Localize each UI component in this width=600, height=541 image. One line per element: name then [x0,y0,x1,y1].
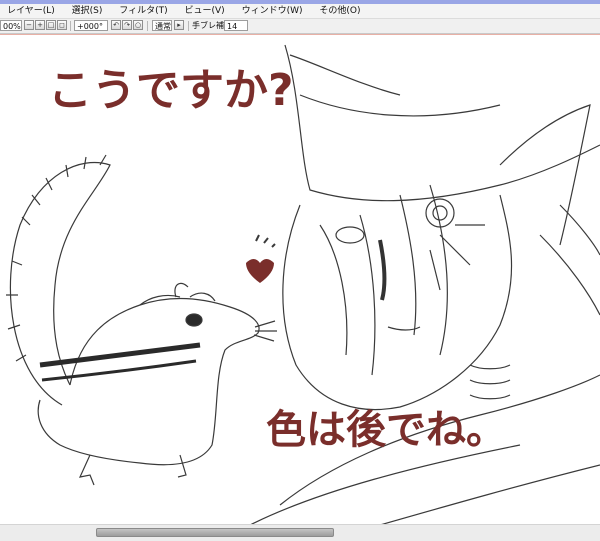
rotation-field[interactable]: +000° [74,20,108,31]
zoom-in-button[interactable]: + [35,20,45,30]
menu-window[interactable]: ウィンドウ(W) [235,4,310,18]
stabilizer-label: 手ブレ補正 [192,21,232,30]
toolbar-separator [70,21,71,31]
zoom-out-button[interactable]: − [24,20,34,30]
zoom-field[interactable]: 00% [0,20,22,31]
stabilizer-select[interactable]: 14 [224,20,248,31]
canvas-text-bottom: 色は後でね。 [266,407,506,453]
canvas-artwork: こうですか? 色は後でね。 [6,44,600,526]
rotate-reset-button[interactable]: ○ [133,20,143,30]
canvas-text-top: こうですか? [48,65,294,116]
toolbar-separator [147,21,148,31]
blend-mode-select[interactable]: 通常 [152,20,172,31]
menu-layer[interactable]: レイヤー(L) [0,4,62,18]
zoom-reset-button[interactable]: ◻ [57,20,67,30]
drawing-canvas[interactable]: こうですか? 色は後でね。 [0,34,600,526]
heart-doodle [246,234,276,283]
flip-button[interactable]: ▸ [174,20,184,30]
rotate-right-button[interactable]: ↷ [122,20,132,30]
character-sketch [249,44,600,526]
rotate-left-button[interactable]: ↶ [111,20,121,30]
zoom-fit-button[interactable]: □ [46,20,56,30]
horizontal-scrollbar[interactable] [0,524,600,541]
view-toolbar: 00% − + □ ◻ +000° ↶ ↷ ○ 通常 ▸ 手ブレ補正 14 [0,19,600,34]
toolbar-separator [188,21,189,31]
menu-select[interactable]: 選択(S) [65,4,110,18]
chipmunk-sketch [6,154,277,486]
menu-filter[interactable]: フィルタ(T) [112,4,174,18]
menu-bar: レイヤー(L) 選択(S) フィルタ(T) ビュー(V) ウィンドウ(W) その… [0,4,600,19]
menu-other[interactable]: その他(O) [312,4,367,18]
menu-view[interactable]: ビュー(V) [178,4,232,18]
scrollbar-thumb[interactable] [96,528,334,537]
